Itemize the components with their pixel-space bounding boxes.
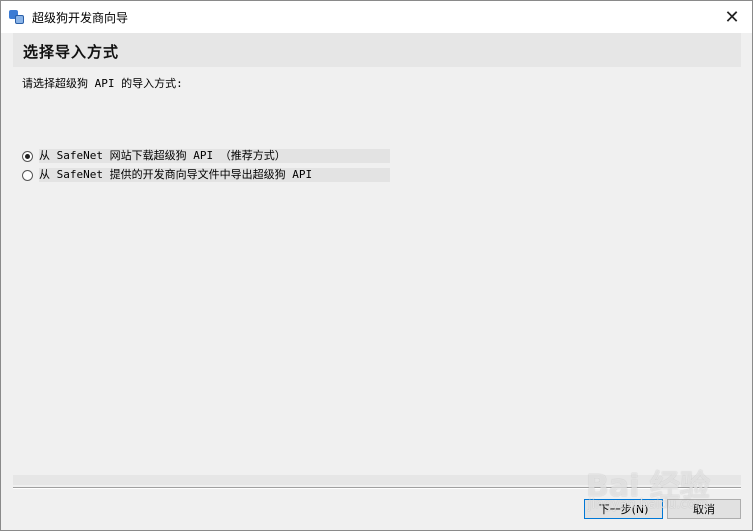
- option-label[interactable]: 从 SafeNet 提供的开发商向导文件中导出超级狗 API: [39, 168, 390, 182]
- app-icon: [9, 9, 25, 25]
- wizard-window: 超级狗开发商向导 ✕ 选择导入方式 请选择超级狗 API 的导入方式: 从 Sa…: [0, 0, 753, 531]
- window-title: 超级狗开发商向导: [32, 10, 129, 25]
- footer-divider: [13, 487, 741, 489]
- option-label[interactable]: 从 SafeNet 网站下载超级狗 API （推荐方式）: [39, 149, 390, 163]
- radio-unselected-icon[interactable]: [22, 169, 33, 181]
- title-bar: 超级狗开发商向导 ✕: [1, 1, 752, 33]
- cancel-button[interactable]: 取消: [667, 499, 741, 519]
- content-area: 请选择超级狗 API 的导入方式: 从 SafeNet 网站下载超级狗 API …: [13, 67, 741, 475]
- next-button[interactable]: 下一步(N): [584, 499, 663, 519]
- close-icon: ✕: [724, 6, 740, 28]
- header-panel: 选择导入方式: [13, 33, 741, 67]
- close-button[interactable]: ✕: [712, 1, 752, 33]
- prompt-text: 请选择超级狗 API 的导入方式:: [22, 77, 183, 90]
- page-title: 选择导入方式: [23, 43, 120, 61]
- option-download-radio[interactable]: 从 SafeNet 网站下载超级狗 API （推荐方式）: [22, 149, 390, 163]
- radio-selected-icon[interactable]: [22, 150, 33, 162]
- footer-strip: [13, 475, 741, 485]
- option-export-radio[interactable]: 从 SafeNet 提供的开发商向导文件中导出超级狗 API: [22, 168, 390, 182]
